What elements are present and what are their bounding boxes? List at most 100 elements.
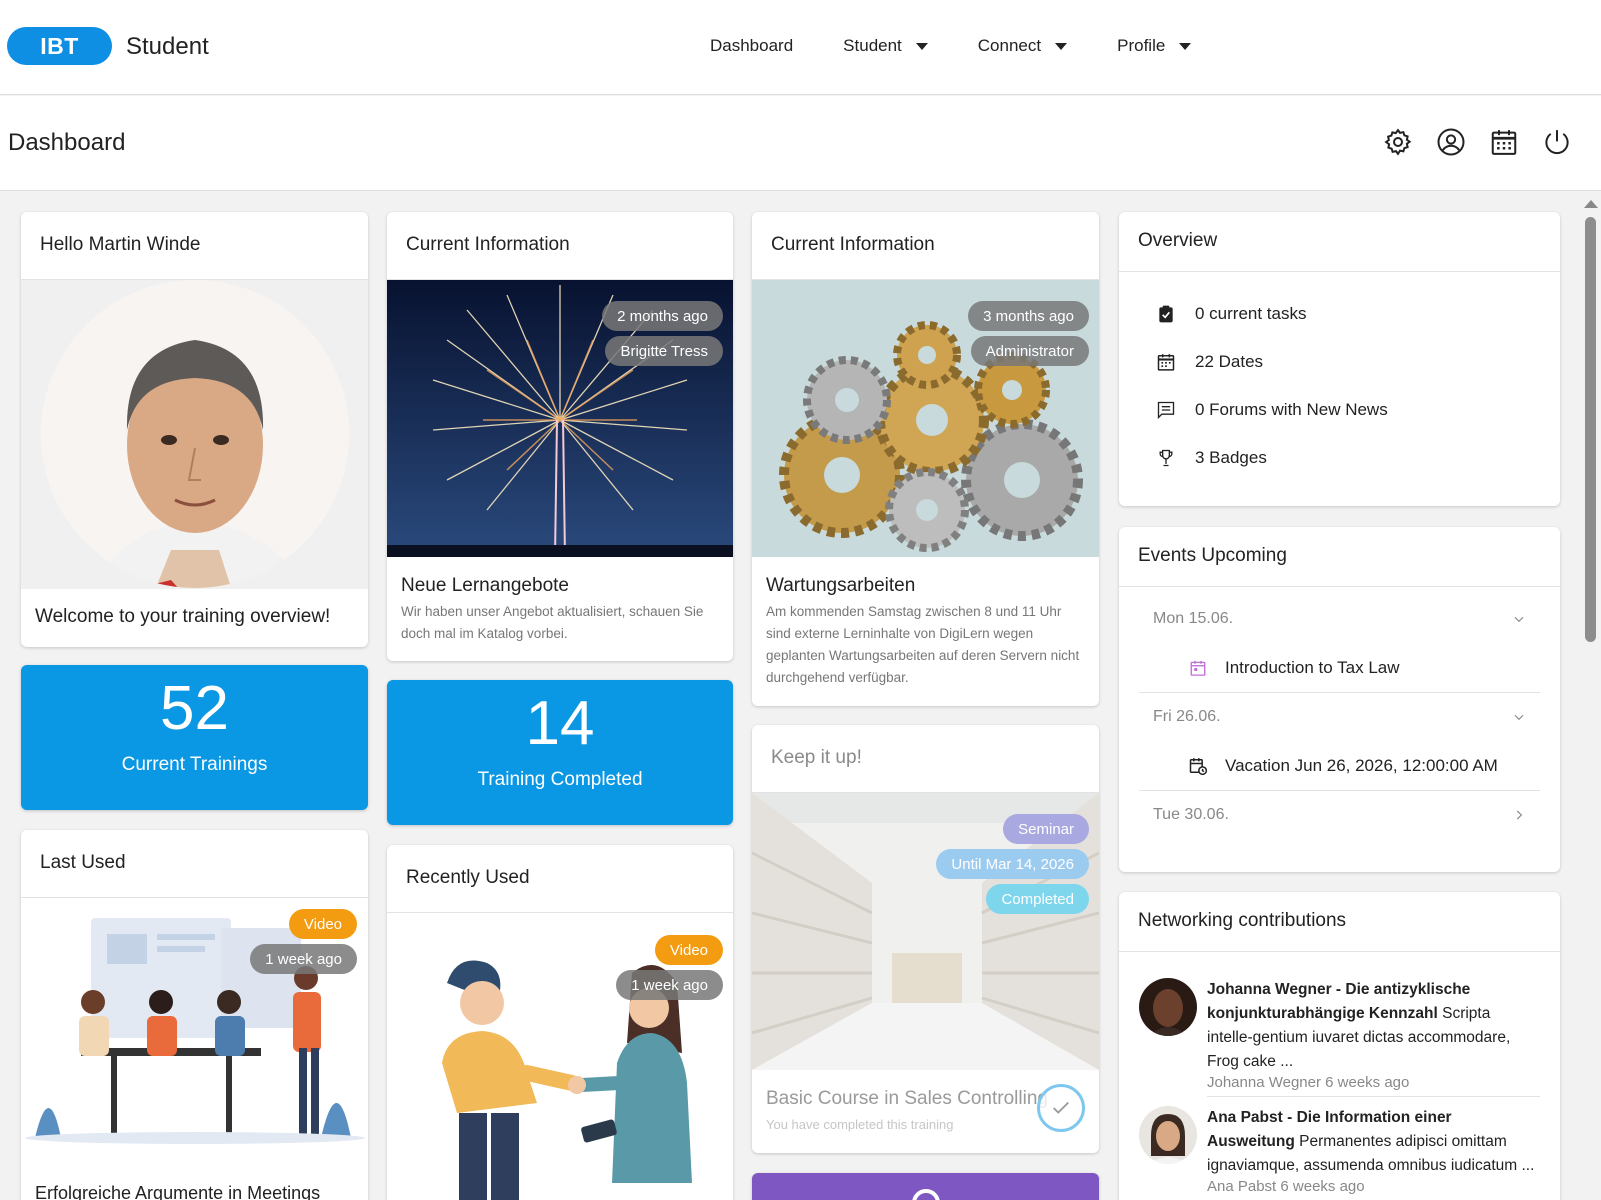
app-name: Student [126,33,209,60]
video-badge: Video [654,935,723,965]
top-navbar: IBT Student Dashboard Student Connect Pr… [0,0,1601,95]
recently-used-card[interactable]: Recently Used Video 1 week ago [387,845,733,1200]
event-day-date: Mon 15.06. [1153,610,1234,627]
overview-badges[interactable]: 3 Badges [1119,434,1560,482]
networking-item[interactable]: Johanna Wegner - Die antizyklische konju… [1119,978,1560,1106]
current-info-card-1[interactable]: Current Information 2 months ago Brigitt… [387,212,733,661]
last-used-card[interactable]: Last Used Video 1 week ago Erfolgreiche … [21,830,368,1200]
training-completed-label: Training Completed [477,769,643,790]
meeting-illustration [25,918,365,1144]
current-info-card-2[interactable]: Current Information 3 months ago Adminis… [752,212,1099,706]
avatar [1139,978,1197,1036]
caret-down-icon [1055,42,1068,50]
nav-connect-label: Connect [977,36,1042,55]
last-used-title: Last Used [21,830,368,898]
info-title: Neue Lernangebote [401,575,569,596]
overview-dates-label: 22 Dates [1195,352,1264,371]
gears-image: 3 months ago Administrator [752,280,1099,557]
check-circle-icon [1037,1084,1085,1132]
overview-tasks-label: 0 current tasks [1195,304,1307,323]
event-day-tue[interactable]: Tue 30.06. [1139,791,1540,839]
page-scrollbar[interactable] [1579,192,1601,1200]
chevron-down-icon [1514,616,1524,623]
caret-down-icon [915,42,928,50]
current-info-title: Current Information [387,212,733,280]
event-day-date: Tue 30.06. [1153,806,1229,823]
overview-dates[interactable]: 22 Dates [1119,338,1560,386]
overview-forums-label: 0 Forums with New News [1195,400,1388,419]
calendar-icon[interactable] [1488,126,1520,158]
event-item-label: Vacation Jun 26, 2026, 12:00:00 AM [1225,755,1498,775]
overview-forums[interactable]: 0 Forums with New News [1119,386,1560,434]
hello-card: Hello Martin Winde Welcome to your train… [21,212,368,647]
main-nav: Dashboard Student Connect Profile [710,36,1241,56]
current-trainings-tile[interactable]: 52 Current Trainings [21,665,368,810]
nav-connect[interactable]: Connect [977,36,1068,56]
user-circle-icon[interactable] [1435,126,1467,158]
trophy-icon [1155,447,1177,469]
last-used-image: Video 1 week ago [21,898,368,1181]
welcome-text: Welcome to your training overview! [35,606,331,627]
event-item-tax-law[interactable]: Introduction to Tax Law [1139,643,1540,693]
time-badge: 1 week ago [616,970,723,1000]
until-badge: Until Mar 14, 2026 [936,849,1089,879]
chevron-down-icon [1514,714,1524,721]
recently-used-title: Recently Used [387,845,733,913]
networking-item[interactable]: Ana Pabst - Die Information einer Auswei… [1119,1106,1560,1195]
nav-profile[interactable]: Profile [1117,36,1192,56]
info-title: Wartungsarbeiten [766,575,916,596]
info-text: Wir haben unser Angebot aktualisiert, sc… [401,604,704,641]
chevron-right-icon [1516,810,1523,820]
author-badge: Administrator [970,336,1089,366]
ibt-logo[interactable]: IBT [7,27,112,65]
training-completed-count: 14 [525,689,595,758]
avatar [41,280,349,588]
clipboard-check-icon [1155,303,1177,325]
event-day-date: Fri 26.06. [1153,708,1221,725]
scroll-thumb[interactable] [1585,217,1596,642]
avatar-area [21,280,368,589]
networking-item-meta: Johanna Wegner 6 weeks ago [1207,1074,1540,1097]
nav-student-label: Student [843,36,902,55]
last-used-caption: Erfolgreiche Argumente in Meetings [35,1183,321,1200]
nav-dashboard-label: Dashboard [710,36,794,55]
purple-tile[interactable] [752,1173,1099,1200]
current-trainings-count: 52 [160,674,229,743]
status-badge: Completed [986,884,1089,914]
overview-tasks[interactable]: 0 current tasks [1119,290,1560,338]
training-completed-tile[interactable]: 14 Training Completed [387,680,733,825]
info-text: Am kommenden Samstag zwischen 8 und 11 U… [766,604,1080,685]
gear-icon[interactable] [1382,126,1414,158]
overview-list: 0 current tasks 22 Dates 0 Forums with N… [1119,272,1560,482]
keep-it-up-card[interactable]: Keep it up! Seminar Until Mar 14, 2026 C… [752,725,1099,1153]
overview-badges-label: 3 Badges [1195,448,1267,467]
event-day-fri[interactable]: Fri 26.06. [1139,693,1540,741]
author-badge: Brigitte Tress [605,336,723,366]
event-item-label: Introduction to Tax Law [1225,657,1400,677]
event-day-mon[interactable]: Mon 15.06. [1139,595,1540,643]
power-icon[interactable] [1541,126,1573,158]
nav-profile-label: Profile [1117,36,1166,55]
page-title: Dashboard [8,129,126,156]
page-header: Dashboard [0,96,1601,191]
time-badge: 2 months ago [602,301,723,331]
calendar-clock-icon [1187,755,1209,777]
header-actions [1382,126,1573,158]
hello-title: Hello Martin Winde [21,212,368,280]
scroll-up-arrow-icon[interactable] [1584,200,1598,208]
overview-card: Overview 0 current tasks 22 Dates 0 Foru… [1119,212,1560,506]
overview-title: Overview [1119,212,1560,272]
networking-title: Networking contributions [1119,892,1560,952]
events-list: Mon 15.06. Introduction to Tax Law Fri 2… [1119,587,1560,839]
video-badge: Video [288,909,357,939]
nav-student[interactable]: Student [843,36,928,56]
fireworks-image: 2 months ago Brigitte Tress [387,280,733,558]
event-item-vacation[interactable]: Vacation Jun 26, 2026, 12:00:00 AM [1139,741,1540,791]
nav-dashboard[interactable]: Dashboard [710,36,793,56]
calendar-event-icon [1187,657,1209,679]
type-badge: Seminar [1003,814,1089,844]
networking-card: Networking contributions Johanna Wegner … [1119,892,1560,1200]
networking-list: Johanna Wegner - Die antizyklische konju… [1119,952,1560,1195]
calendar-icon [1155,351,1177,373]
events-card: Events Upcoming Mon 15.06. Introduction … [1119,527,1560,872]
